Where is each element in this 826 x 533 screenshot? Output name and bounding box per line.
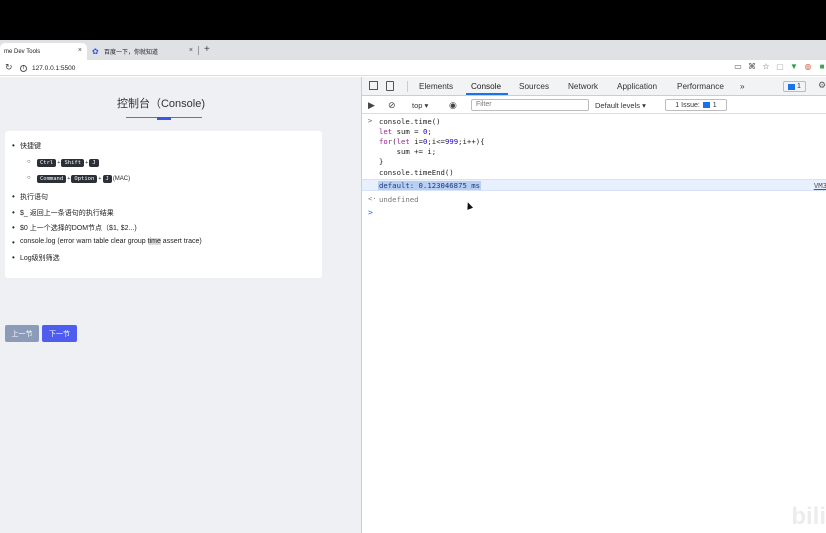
context-select[interactable]: top ▾ xyxy=(412,101,428,110)
url-text: 127.0.0.1:5500 xyxy=(32,64,76,72)
timer-output: default: 0.123046875 ms xyxy=(378,181,482,190)
message-icon xyxy=(788,83,796,90)
browser-window: me Dev Tools × ✿ 百度一下，你就知道 × + ↻ i 127.0… xyxy=(0,40,826,533)
info-icon[interactable]: i xyxy=(20,64,27,72)
tab-baidu[interactable]: ✿ 百度一下，你就知道 × xyxy=(88,43,198,60)
console-output[interactable]: > console.time() let sum = 0; for(let i=… xyxy=(362,115,826,533)
close-icon[interactable]: × xyxy=(78,47,82,54)
source-link[interactable]: VM3 xyxy=(814,181,826,190)
code-line: } xyxy=(379,157,384,166)
list-item: $0 上一个选择的DOM节点（$1, $2...) xyxy=(12,223,137,233)
console-message-row: default: 0.123046875 ms VM3 xyxy=(362,179,826,191)
tab-sources[interactable]: Sources xyxy=(519,82,549,91)
list-item: Log级别筛选 xyxy=(12,253,60,263)
new-tab-button[interactable]: + xyxy=(204,44,210,55)
devtools-tabbar: Elements Console Sources Network Applica… xyxy=(362,77,826,96)
tab-label: me Dev Tools xyxy=(4,48,41,55)
vue-devtools-icon[interactable]: ▼ xyxy=(790,62,798,71)
tab-application[interactable]: Application xyxy=(617,82,657,91)
tab-console[interactable]: Console xyxy=(471,82,501,91)
shortcut-mac: Command+Option+J(MAC) xyxy=(27,175,131,183)
messages-count: 1 xyxy=(797,83,801,90)
sidebar-toggle-icon[interactable]: ▶ xyxy=(368,100,375,111)
console-log-text: console.log (error warn table clear grou… xyxy=(20,238,148,245)
code-line: console.time() xyxy=(379,117,441,126)
cast-icon[interactable]: ▭ xyxy=(734,62,742,71)
return-value: undefined xyxy=(379,195,419,204)
issues-count: 1 xyxy=(712,101,717,109)
shortcut-windows: Ctrl+Shift+J xyxy=(27,159,100,167)
address-bar[interactable]: i 127.0.0.1:5500 xyxy=(20,62,720,74)
page-title: 控制台（Console) xyxy=(116,98,206,110)
baidu-paw-icon: ✿ xyxy=(92,46,99,56)
selected-text-highlight: time xyxy=(147,238,161,245)
code-line: for(let i=0;i<=999;i++){ xyxy=(379,137,485,146)
return-arrow-icon: <· xyxy=(368,195,377,203)
mac-suffix: (MAC) xyxy=(112,176,131,182)
toolbar-extensions: ▭ ⌘ ☆ ▢ ▼ ◍ ■ xyxy=(734,62,826,71)
plus-sign: + xyxy=(85,160,89,166)
log-levels-select[interactable]: Default levels ▾ xyxy=(595,101,646,110)
code-line: sum += i; xyxy=(379,147,437,156)
device-toolbar-icon[interactable] xyxy=(386,81,394,91)
kbd-ctrl: Ctrl xyxy=(37,159,57,167)
plus-sign: + xyxy=(67,176,71,182)
tab-devtools[interactable]: me Dev Tools × xyxy=(0,43,87,60)
console-filter-input[interactable]: Filter xyxy=(471,99,589,111)
list-item: 执行语句 xyxy=(12,192,48,202)
extension-icon[interactable]: ◍ xyxy=(804,62,812,71)
page-viewport: 控制台（Console) 快捷键 Ctrl+Shift+J Command+Op… xyxy=(0,77,361,533)
active-tab-indicator xyxy=(466,93,508,95)
tab-network[interactable]: Network xyxy=(568,82,598,91)
bookmark-star-icon[interactable]: ☆ xyxy=(762,62,770,71)
issues-label: 1 Issue: xyxy=(675,101,700,109)
more-tabs-button[interactable]: » xyxy=(740,82,745,91)
code-line: let sum = 0; xyxy=(379,127,432,136)
bilibili-watermark-logo: bili xyxy=(791,503,826,530)
list-item-console-log: console.log (error warn table clear grou… xyxy=(12,238,202,247)
console-log-tail: assert trace) xyxy=(160,238,202,245)
code-line: console.timeEnd() xyxy=(379,168,454,177)
divider xyxy=(407,81,408,92)
list-item: 快捷键 xyxy=(12,141,41,151)
command-icon[interactable]: ⌘ xyxy=(748,62,756,71)
console-toolbar: ▶ ⊘ top ▾ ◉ Filter Default levels ▾ 1 Is… xyxy=(362,97,826,114)
tab-divider xyxy=(198,46,199,55)
title-underline-accent xyxy=(157,117,171,120)
kbd-j: J xyxy=(102,175,112,183)
extension-icon[interactable]: ▢ xyxy=(776,62,784,71)
plus-sign: + xyxy=(98,176,102,182)
console-input-prompt[interactable]: > xyxy=(368,208,373,217)
content-card: 快捷键 Ctrl+Shift+J Command+Option+J(MAC) 执… xyxy=(5,131,322,278)
issues-button[interactable]: 1 Issue: 1 xyxy=(665,99,727,111)
kbd-shift: Shift xyxy=(61,159,85,167)
tab-label: 百度一下，你就知道 xyxy=(104,50,159,56)
kbd-j: J xyxy=(89,159,99,167)
kbd-option: Option xyxy=(71,175,98,183)
tab-elements[interactable]: Elements xyxy=(419,82,453,91)
extension-icon[interactable]: ■ xyxy=(818,62,826,71)
clear-console-icon[interactable]: ⊘ xyxy=(388,100,396,111)
issue-icon xyxy=(702,102,710,108)
close-icon[interactable]: × xyxy=(189,47,193,54)
inspect-element-icon[interactable] xyxy=(369,81,378,90)
reload-icon[interactable]: ↻ xyxy=(5,62,13,73)
list-item: $_ 返回上一条语句的执行结果 xyxy=(12,208,114,218)
address-toolbar: ↻ i 127.0.0.1:5500 ▭ ⌘ ☆ ▢ ▼ ◍ ■ xyxy=(0,60,826,76)
tab-performance[interactable]: Performance xyxy=(677,82,724,91)
prev-section-button[interactable]: 上一节 xyxy=(5,325,39,342)
input-prompt-icon: > xyxy=(368,117,373,125)
next-section-button[interactable]: 下一节 xyxy=(42,325,77,342)
kbd-command: Command xyxy=(37,175,67,183)
messages-badge[interactable]: 1 xyxy=(783,81,806,92)
screen: me Dev Tools × ✿ 百度一下，你就知道 × + ↻ i 127.0… xyxy=(0,0,826,533)
live-expression-eye-icon[interactable]: ◉ xyxy=(449,100,457,111)
tab-strip: me Dev Tools × ✿ 百度一下，你就知道 × + xyxy=(0,40,826,60)
devtools-panel: Elements Console Sources Network Applica… xyxy=(361,77,826,533)
gear-icon[interactable]: ⚙ xyxy=(818,80,826,91)
plus-sign: + xyxy=(57,160,61,166)
